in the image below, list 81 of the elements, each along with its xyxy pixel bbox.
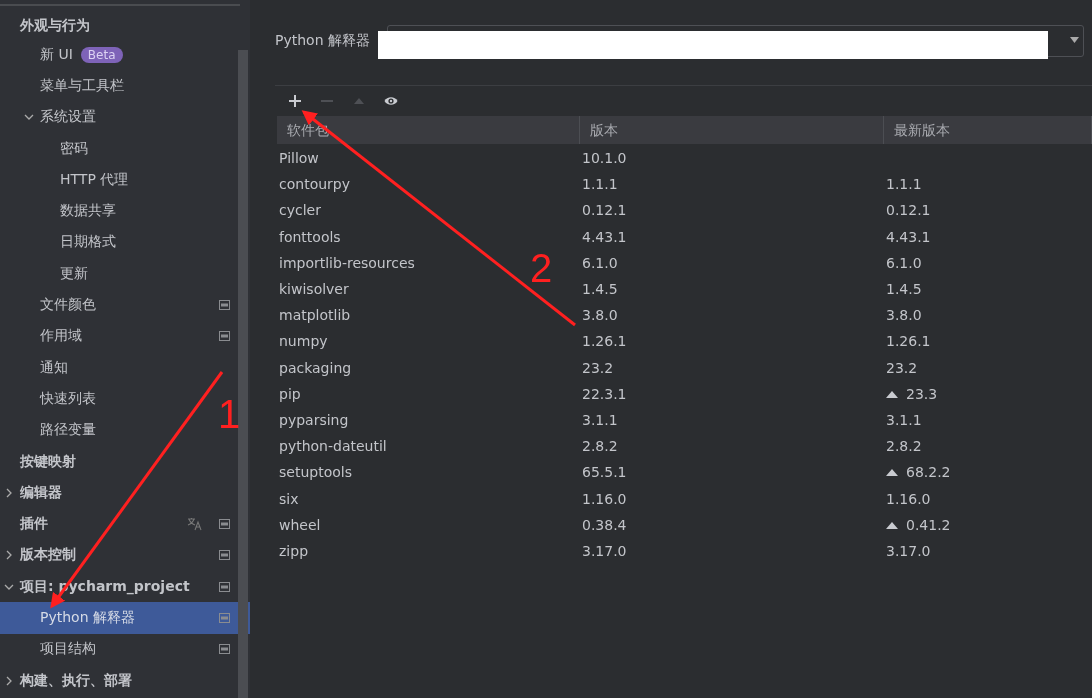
table-cell: 3.8.0 <box>582 307 618 324</box>
table-cell: 68.2.2 <box>906 464 951 481</box>
table-cell: setuptools <box>279 464 352 481</box>
table-cell: 2.8.2 <box>886 438 922 455</box>
annotation-number: 1 <box>218 392 241 436</box>
sidebar-item[interactable]: 更新 <box>60 264 88 283</box>
table-cell: wheel <box>279 516 321 533</box>
dropdown-arrow-icon[interactable] <box>1070 37 1079 43</box>
table-cell: 1.16.0 <box>886 490 931 507</box>
interpreter-label: Python 解释器 <box>275 32 371 50</box>
sidebar-item[interactable]: 系统设置 <box>40 108 96 127</box>
table-cell: 1.26.1 <box>886 333 931 350</box>
table-cell: 0.41.2 <box>906 516 951 533</box>
eye-icon <box>384 94 398 108</box>
table-cell: 4.43.1 <box>886 228 931 245</box>
table-cell: 3.8.0 <box>886 307 922 324</box>
chevron-right-icon[interactable] <box>4 675 14 686</box>
table-cell: contourpy <box>279 176 350 193</box>
table-cell: 1.1.1 <box>886 176 922 193</box>
table-cell: numpy <box>279 333 328 350</box>
scrollbar[interactable] <box>238 50 248 698</box>
table-cell: importlib-resources <box>279 254 415 271</box>
table-cell: 1.16.0 <box>582 490 627 507</box>
table-cell: Pillow <box>279 150 319 167</box>
table-cell: 1.1.1 <box>582 176 618 193</box>
table-cell: 1.26.1 <box>582 333 627 350</box>
add-icon <box>288 94 302 108</box>
table-cell: 3.17.0 <box>886 542 931 559</box>
table-cell: python-dateutil <box>279 438 387 455</box>
table-cell: 23.3 <box>906 385 938 402</box>
table-cell: 3.1.1 <box>886 411 922 428</box>
table-cell: 65.5.1 <box>582 464 627 481</box>
sidebar-item[interactable]: 插件 <box>20 515 48 534</box>
sidebar-item[interactable]: 数据共享 <box>60 202 116 221</box>
beta-badge: Beta <box>80 46 123 63</box>
table-cell: pyparsing <box>279 411 349 428</box>
table-cell: 1.4.5 <box>886 281 922 298</box>
table-cell: fonttools <box>279 228 341 245</box>
table-cell: 3.1.1 <box>582 411 618 428</box>
column-header[interactable]: 版本 <box>580 116 884 144</box>
sidebar-item[interactable]: 作用域 <box>40 327 82 346</box>
table-cell: 1.4.5 <box>582 281 618 298</box>
sidebar-item[interactable]: 密码 <box>60 139 88 158</box>
sidebar-item[interactable]: 版本控制 <box>20 546 76 565</box>
table-cell: cycler <box>279 202 321 219</box>
table-cell: 6.1.0 <box>886 254 922 271</box>
column-header[interactable]: 最新版本 <box>884 116 1092 144</box>
table-cell: 22.3.1 <box>582 385 627 402</box>
sidebar-item[interactable]: 菜单与工具栏 <box>40 76 124 95</box>
table-cell: pip <box>279 385 301 402</box>
table-cell: 2.8.2 <box>582 438 618 455</box>
sidebar-item[interactable]: 编辑器 <box>20 483 62 502</box>
sidebar-item[interactable]: 外观与行为 <box>20 16 90 35</box>
sidebar-item[interactable]: Python 解释器 <box>0 602 250 634</box>
table-cell: 0.12.1 <box>886 202 931 219</box>
sidebar-item[interactable]: 日期格式 <box>60 233 116 252</box>
table-cell: 23.2 <box>886 359 918 376</box>
table-cell: 10.1.0 <box>582 150 627 167</box>
table-cell: 6.1.0 <box>582 254 618 271</box>
sidebar-item[interactable]: 快速列表 <box>40 389 96 408</box>
sidebar-item[interactable]: HTTP 代理 <box>60 170 129 189</box>
table-cell: packaging <box>279 359 352 376</box>
table-cell: kiwisolver <box>279 281 349 298</box>
table-cell: 3.17.0 <box>582 542 627 559</box>
table-cell: 0.12.1 <box>582 202 627 219</box>
table-cell: 23.2 <box>582 359 614 376</box>
sidebar-item[interactable]: 项目结构 <box>40 640 96 659</box>
chevron-right-icon[interactable] <box>4 487 14 498</box>
table-cell: 0.38.4 <box>582 516 627 533</box>
chevron-right-icon[interactable] <box>4 550 14 561</box>
sidebar-item[interactable]: 按键映射 <box>20 452 76 471</box>
sidebar-item[interactable]: 路径变量 <box>40 421 96 440</box>
table-cell: 4.43.1 <box>582 228 627 245</box>
sidebar-item[interactable]: 文件颜色 <box>40 296 96 314</box>
sidebar-item[interactable]: 通知 <box>40 358 68 377</box>
table-cell: six <box>279 490 299 507</box>
table-cell: zipp <box>279 542 308 559</box>
sidebar-item[interactable]: 构建、执行、部署 <box>20 671 132 690</box>
sidebar-item[interactable]: 新 UI Beta <box>40 45 123 64</box>
table-cell: matplotlib <box>279 307 351 324</box>
annotation-number: 2 <box>530 246 553 290</box>
